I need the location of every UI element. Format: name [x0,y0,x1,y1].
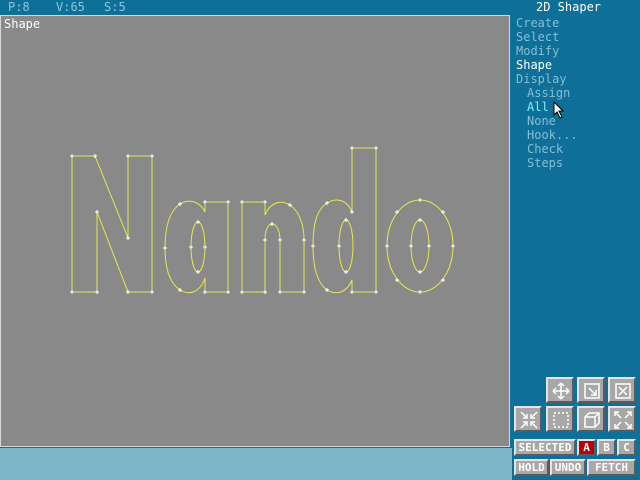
submenu-assign[interactable]: Assign [527,86,570,100]
submenu-all[interactable]: All [527,100,549,114]
shape-canvas[interactable] [1,16,509,446]
mouse-cursor-icon [553,101,565,119]
scale-tool-button[interactable] [577,377,605,403]
menu-select[interactable]: Select [516,30,559,44]
undo-button[interactable]: UNDO [550,459,586,476]
shape-d-counter [338,219,354,273]
region-select-icon [553,412,569,428]
select-c-button[interactable]: C [617,439,636,456]
region-select-button[interactable] [546,406,574,432]
submenu-check[interactable]: Check [527,142,563,156]
menu-shape[interactable]: Shape [516,58,552,72]
shrink-tool-button[interactable] [514,406,542,432]
close-tool-button[interactable] [608,377,636,403]
app-title: 2D Shaper [536,0,602,14]
close-x-icon [615,383,631,399]
shape-a-counter [190,221,206,273]
shape-o-counter [410,219,430,273]
cube-tool-button[interactable] [577,406,605,432]
fetch-button[interactable]: FETCH [587,459,636,476]
menu-display[interactable]: Display [516,72,567,86]
shape-n [71,155,153,293]
hold-button[interactable]: HOLD [514,459,549,476]
menu-modify[interactable]: Modify [516,44,559,58]
shapes-count: S:5 [104,0,126,14]
scale-corner-icon [584,383,600,399]
move-icon [552,382,570,400]
bottom-strip [0,448,512,480]
selected-label: SELECTED [514,439,576,456]
cube-icon [584,412,600,428]
shape-viewport[interactable]: Shape [0,15,510,447]
submenu-none[interactable]: None [527,114,556,128]
move-tool-button[interactable] [546,377,574,403]
select-b-button[interactable]: B [597,439,616,456]
select-a-button[interactable]: A [577,439,596,456]
expand-icon [614,411,632,429]
submenu-steps[interactable]: Steps [527,156,563,170]
shrink-icon [520,411,538,429]
status-bar: P:8 V:65 S:5 [0,0,512,15]
shape-n2 [241,201,305,293]
vertices-count: V:65 [56,0,85,14]
submenu-hook[interactable]: Hook... [527,128,578,142]
shape-a [164,200,229,294]
expand-tool-button[interactable] [608,406,636,432]
points-count: P:8 [8,0,30,14]
menu-create[interactable]: Create [516,16,559,30]
